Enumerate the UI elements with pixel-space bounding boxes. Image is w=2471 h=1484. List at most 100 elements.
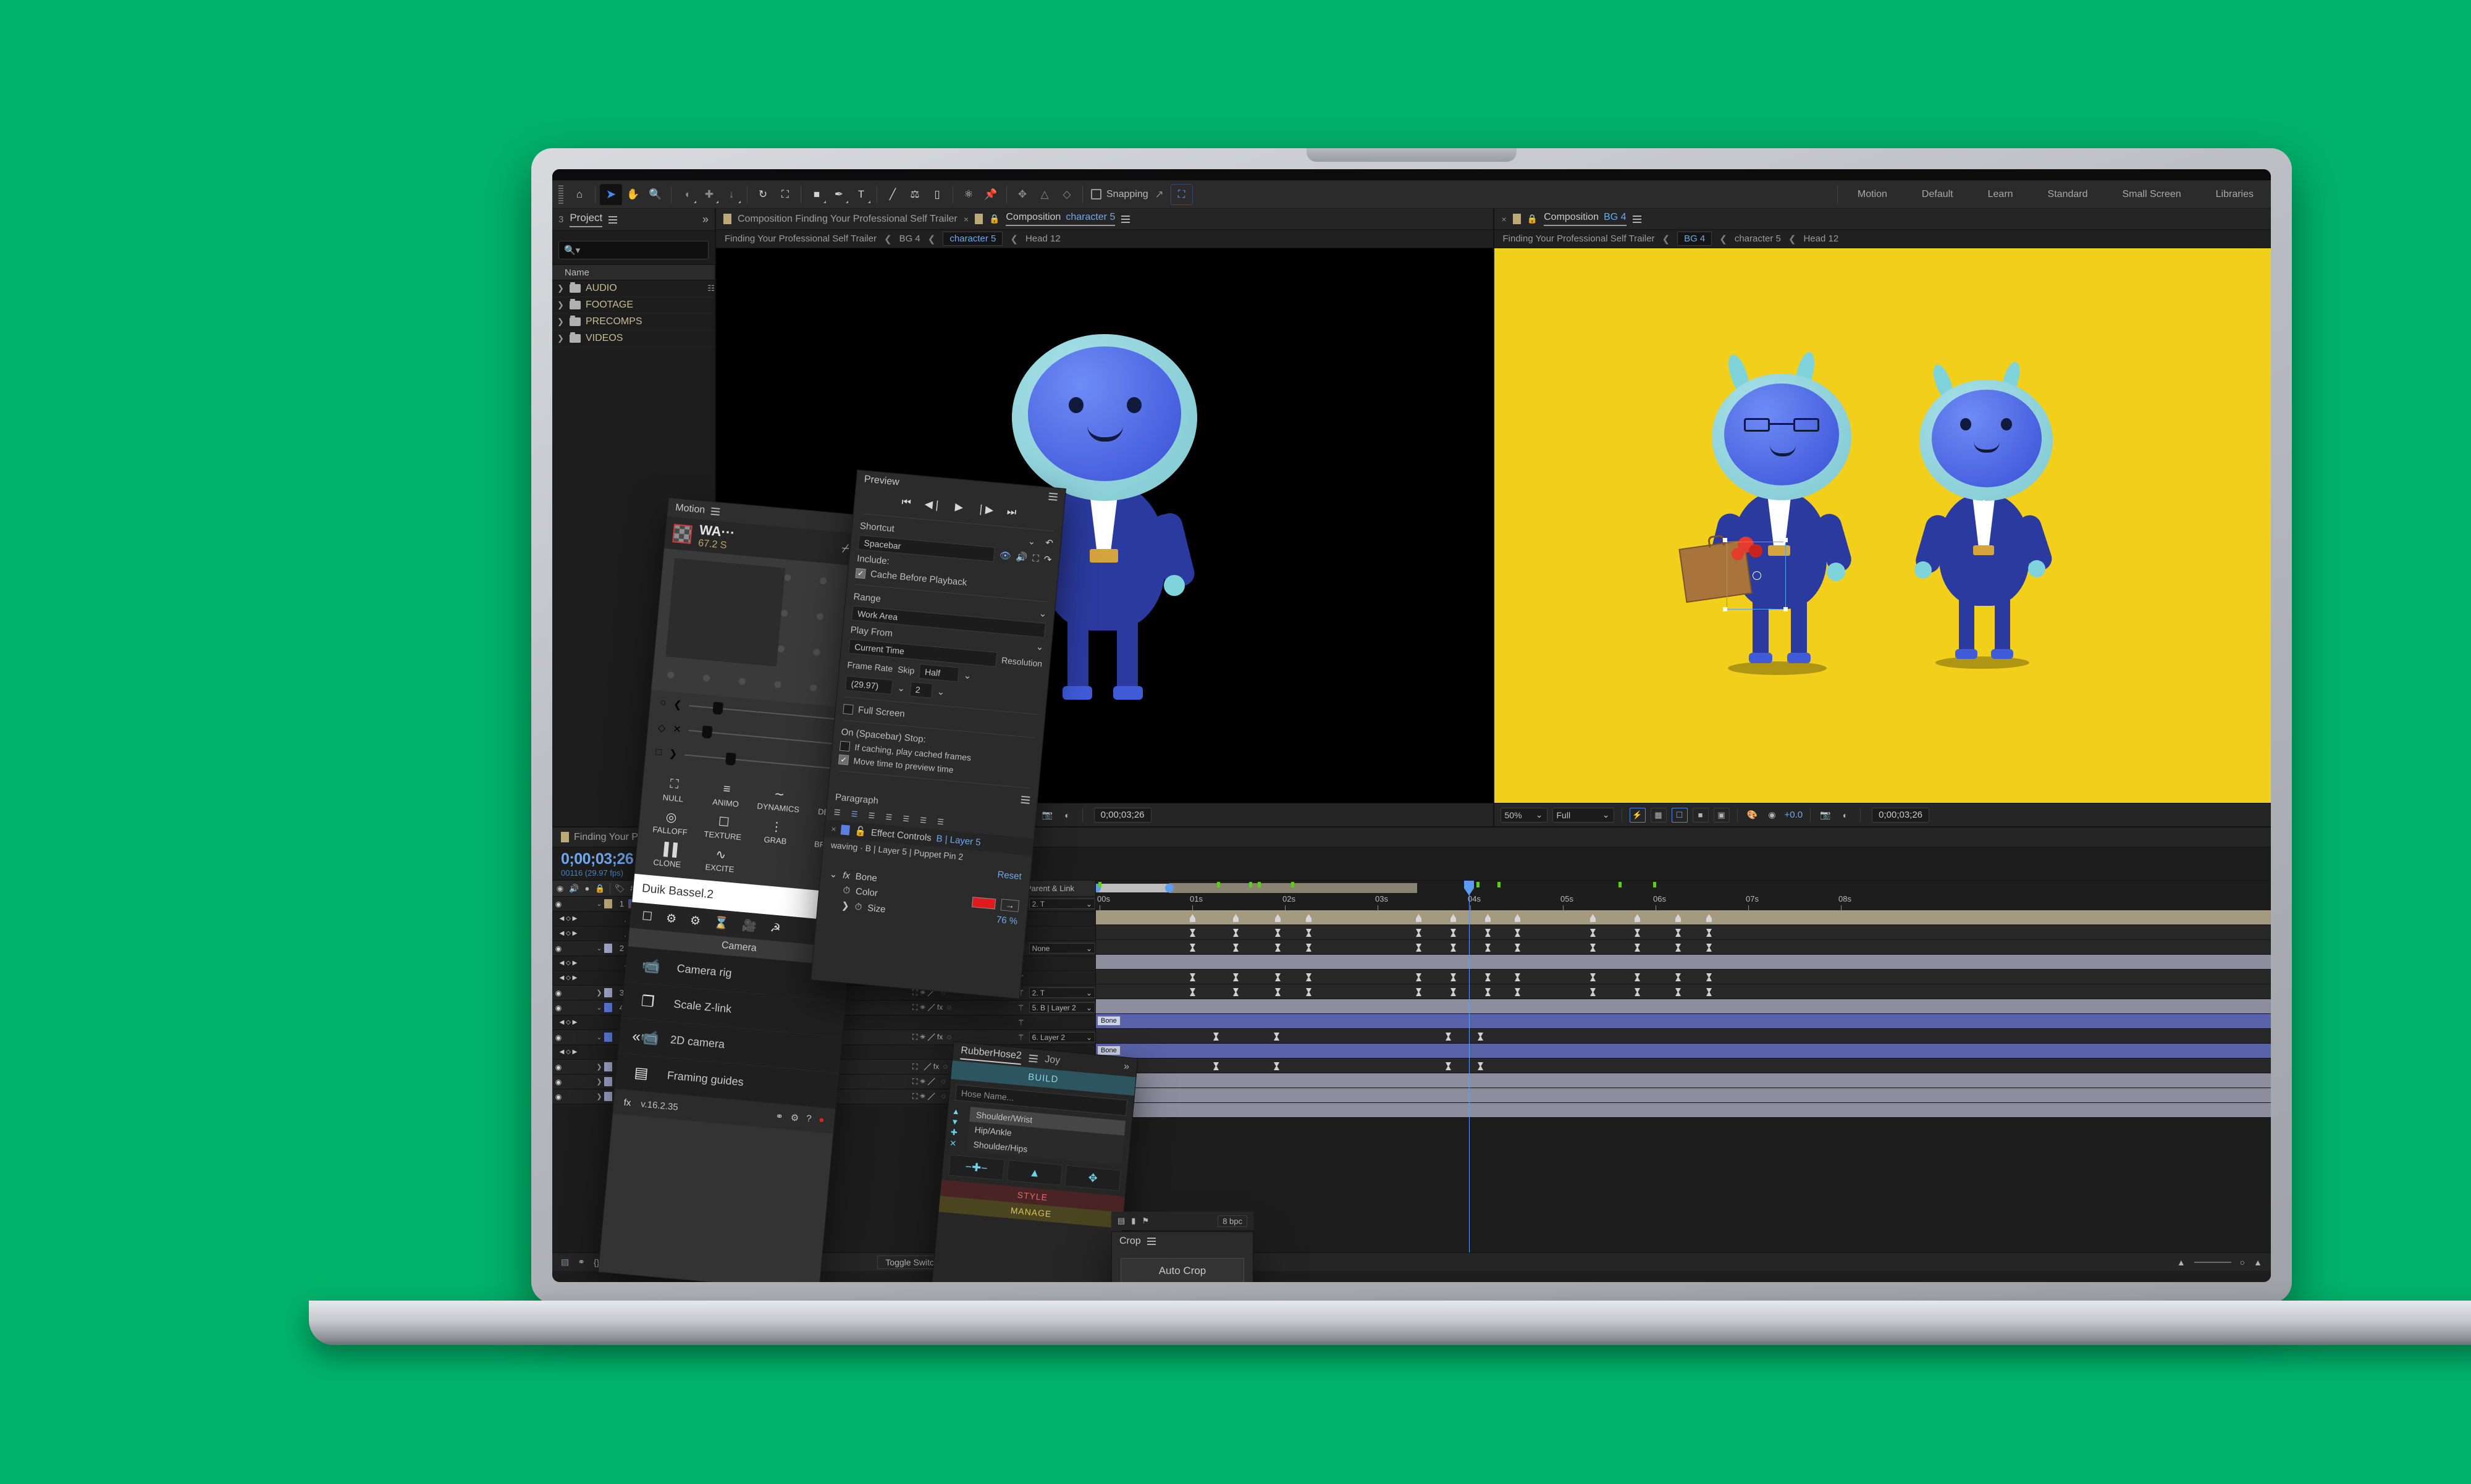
paragraph-menu-icon[interactable] xyxy=(1021,794,1030,806)
chevron-left-icon[interactable]: ❮ xyxy=(673,698,682,711)
selection-tool-icon[interactable]: ➤ xyxy=(600,183,622,205)
viewer-menu-icon[interactable] xyxy=(1632,214,1641,225)
export-icon[interactable]: ↷ xyxy=(1043,553,1052,565)
chevron-down-icon[interactable]: ⌄ xyxy=(937,686,945,698)
show-snapshot-icon[interactable]: ◐ xyxy=(1060,808,1075,823)
close-icon[interactable]: ✕ xyxy=(672,723,681,736)
region-of-interest-icon[interactable]: ☐ xyxy=(1671,807,1688,823)
workspace-tab-libraries[interactable]: Libraries xyxy=(2199,180,2271,209)
previous-frame-icon[interactable]: ◀❘ xyxy=(924,498,942,511)
crop-panel[interactable]: Crop Auto Crop Crop Duration Mask Crop P… xyxy=(1111,1231,1253,1282)
panel-menu-icon[interactable] xyxy=(1147,1236,1156,1247)
eye-icon[interactable]: ◉ xyxy=(552,1063,565,1071)
layer-color-swatch[interactable] xyxy=(604,1062,612,1071)
justify-last-left-icon[interactable]: ☰ xyxy=(885,813,897,822)
chevron-right-icon[interactable]: ❯ xyxy=(557,300,565,310)
select-bracket-icon[interactable]: ⌿ xyxy=(841,542,850,556)
layer-bar-puppetpin1[interactable]: Bone xyxy=(1096,1044,2271,1059)
justify-last-center-icon[interactable]: ☰ xyxy=(903,814,914,823)
pen-tool-icon[interactable]: ✒ xyxy=(828,184,850,205)
parent-link-cell[interactable]: ⚚ 6. Layer 2 ⌄ xyxy=(1017,1032,1095,1042)
parent-link-cell[interactable]: ⚚ 5. B | Layer 2 ⌄ xyxy=(1017,1002,1095,1013)
timeline-timecode[interactable]: 0;00;03;26 xyxy=(561,850,634,868)
transparency-grid-icon[interactable]: ▦ xyxy=(1650,807,1667,823)
breadcrumb-item-trailer[interactable]: Finding Your Professional Self Trailer xyxy=(1503,233,1655,244)
viewer-right-stage[interactable]: ✻ xyxy=(1494,248,2271,803)
axis-mode-icon[interactable]: ✥ xyxy=(1011,184,1033,205)
first-frame-icon[interactable]: ⏮ xyxy=(901,496,912,509)
chevron-right-icon[interactable]: ❯ xyxy=(668,747,678,760)
align-left-icon[interactable]: ☰ xyxy=(833,808,845,817)
layer-switches[interactable]: ⛶ ✵ ╱ fx ◌ xyxy=(912,1003,1017,1012)
chevron-right-icon[interactable]: » xyxy=(702,213,709,226)
view-axis-icon[interactable]: ◇ xyxy=(1056,184,1078,205)
duik-tool-dynamics[interactable]: ∼ DYNAMICS xyxy=(754,782,804,815)
layer-color-swatch[interactable] xyxy=(604,988,612,997)
eye-icon[interactable]: ◉ xyxy=(552,1033,565,1042)
resolution-value[interactable]: Half xyxy=(919,663,960,682)
move-up-icon[interactable]: ▲ xyxy=(951,1107,960,1117)
eye-icon[interactable]: ◉ xyxy=(552,1078,565,1086)
home-icon[interactable]: ⌂ xyxy=(568,184,591,205)
remove-icon[interactable]: ✕ xyxy=(949,1138,957,1149)
zoom-tool-icon[interactable]: 🔍 xyxy=(644,184,667,205)
record-icon[interactable]: ● xyxy=(819,1115,825,1126)
duik-tool-texture[interactable]: ☐ TEXTURE xyxy=(699,810,749,842)
workspace-tab-small-screen[interactable]: Small Screen xyxy=(2105,180,2198,209)
snapshot-icon[interactable]: 📷 xyxy=(1040,808,1055,823)
close-icon[interactable]: × xyxy=(1502,214,1507,224)
audio-preview-icon[interactable]: 🔊 xyxy=(1016,551,1028,563)
puppet-pin-tool-icon[interactable]: 📌 xyxy=(980,184,1002,205)
checker-swatch-icon[interactable] xyxy=(672,524,692,544)
chevron-right-icon[interactable]: » xyxy=(1123,1061,1129,1073)
panel-menu-icon[interactable] xyxy=(1028,1052,1038,1064)
settings-icon[interactable]: ⚙ xyxy=(790,1112,799,1123)
chevron-right-icon[interactable]: ❯ xyxy=(594,1063,604,1071)
chevron-down-icon[interactable]: ⌄ xyxy=(1038,608,1047,619)
color-swatch[interactable] xyxy=(971,897,996,910)
channel-rgb-icon[interactable]: 🎨 xyxy=(1745,808,1760,823)
layer-bar-layer1[interactable] xyxy=(1096,1088,2271,1103)
world-axis-icon[interactable]: △ xyxy=(1033,184,1056,205)
duik-tool-excite[interactable]: ∿ EXCITE xyxy=(696,843,746,875)
layer-color-swatch[interactable] xyxy=(604,944,612,953)
full-screen-checkbox[interactable] xyxy=(843,703,854,715)
layer-color-swatch[interactable] xyxy=(604,1003,612,1012)
lock-icon[interactable]: 🔒 xyxy=(1527,214,1538,224)
project-search-input[interactable]: 🔍▾ xyxy=(558,241,709,259)
hand-tool-icon[interactable]: ✋ xyxy=(622,184,644,205)
project-tab-label[interactable]: Project xyxy=(570,212,603,227)
cache-checkbox[interactable]: ✓ xyxy=(855,568,866,579)
rigging-icon[interactable]: ⚙ xyxy=(665,911,677,926)
exposure-reset-icon[interactable]: ◉ xyxy=(1765,808,1780,823)
align-center-icon[interactable]: ☰ xyxy=(851,809,862,818)
video-preview-icon[interactable]: 👁 xyxy=(999,550,1012,562)
keyframe-nav[interactable]: ◀ ◇ ▶ xyxy=(552,930,584,937)
chevron-right-icon[interactable]: ❯ xyxy=(841,900,849,912)
keyframe-nav[interactable]: ◀ ◇ ▶ xyxy=(552,960,584,966)
chevron-down-icon[interactable]: ⌄ xyxy=(1027,535,1036,547)
keyframe-row-rotation[interactable] xyxy=(1096,984,2271,999)
justify-all-icon[interactable]: ☰ xyxy=(937,817,949,826)
keyframe-nav[interactable]: ◀ ◇ ▶ xyxy=(552,975,584,981)
hammer-sickle-icon[interactable]: ☭ xyxy=(770,921,781,936)
move-time-checkbox[interactable]: ✓ xyxy=(838,754,849,765)
list-item[interactable]: ❯ VIDEOS xyxy=(552,330,715,347)
layer-bar-layer3[interactable] xyxy=(1096,999,2271,1014)
dolly-tool-icon[interactable]: ↓ xyxy=(720,184,743,205)
duik-tool-null[interactable]: ⛶ NULL xyxy=(649,773,699,805)
eye-icon[interactable]: ◉ xyxy=(552,989,565,997)
close-icon[interactable]: × xyxy=(831,824,837,834)
auto-crop-button[interactable]: Auto Crop xyxy=(1121,1258,1244,1282)
layer-bar-layer2[interactable] xyxy=(1096,1073,2271,1088)
keyframe-row-position[interactable] xyxy=(1096,1059,2271,1073)
timeline-zoom-slider[interactable]: ▲ ○ ▲ xyxy=(2177,1257,2262,1267)
tab-comp-bg4[interactable]: Composition BG 4 xyxy=(1544,212,1627,226)
hide-shy-icon[interactable]: ⚭ xyxy=(578,1257,585,1267)
breadcrumb-item-head12[interactable]: Head 12 xyxy=(1803,233,1838,244)
parent-link-cell[interactable]: ⚚None⌄ xyxy=(1017,943,1095,954)
composition-switches-icon[interactable]: ▤ xyxy=(561,1257,569,1267)
timer-icon[interactable]: ⌛ xyxy=(714,915,730,931)
close-icon[interactable]: × xyxy=(964,214,969,224)
frame-rate-value[interactable]: (29.97) xyxy=(844,676,893,695)
